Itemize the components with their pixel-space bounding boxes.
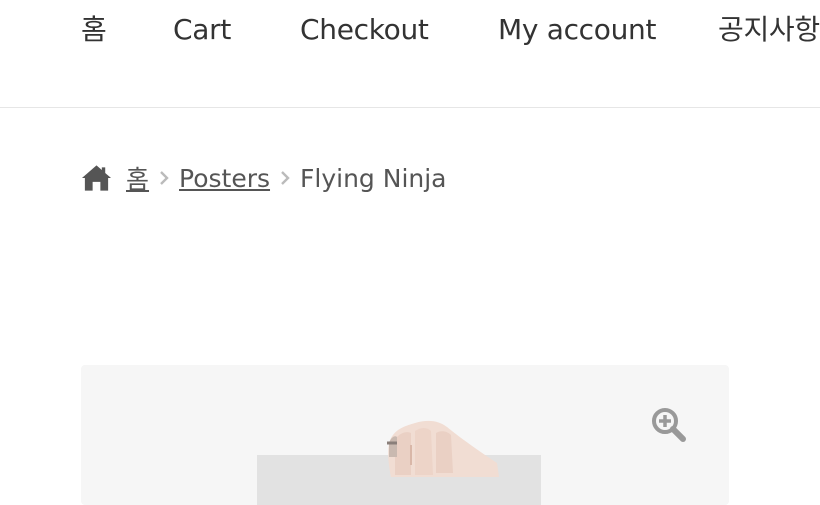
- product-photo-hand: [387, 420, 499, 477]
- nav-item-checkout[interactable]: Checkout: [300, 10, 429, 50]
- chevron-right-icon: [160, 171, 169, 185]
- nav-item-cart[interactable]: Cart: [173, 10, 231, 50]
- breadcrumb-current-page: Flying Ninja: [300, 163, 447, 193]
- nav-item-my-account[interactable]: My account: [498, 10, 656, 50]
- breadcrumb: 홈 Posters Flying Ninja: [81, 160, 447, 196]
- chevron-right-icon: [281, 171, 290, 185]
- primary-navigation: 홈 Cart Checkout My account 공지사항: [0, 0, 820, 108]
- home-icon[interactable]: [81, 164, 112, 192]
- nav-item-home[interactable]: 홈: [81, 10, 107, 50]
- product-image-gallery[interactable]: [81, 365, 729, 505]
- breadcrumb-home-link[interactable]: 홈: [126, 160, 149, 196]
- zoom-in-icon[interactable]: [651, 407, 687, 443]
- nav-item-notice[interactable]: 공지사항: [718, 10, 820, 50]
- breadcrumb-posters-link[interactable]: Posters: [179, 164, 270, 193]
